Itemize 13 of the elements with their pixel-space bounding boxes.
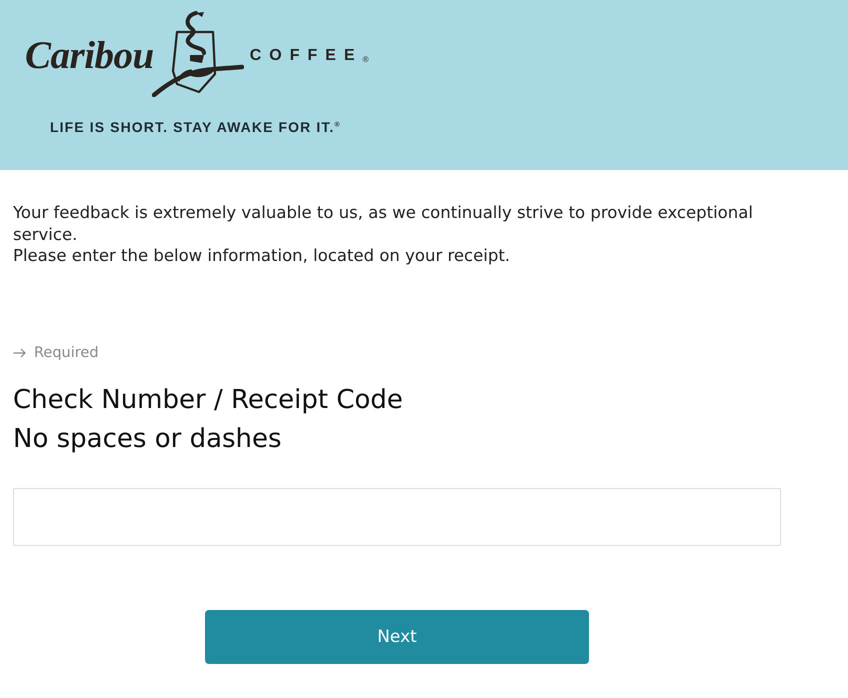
arrow-right-icon [13, 348, 26, 358]
intro-paragraph: Your feedback is extremely valuable to us, as we continually strive to provide exceptional service. [13, 202, 754, 245]
registered-mark: ® [362, 54, 369, 64]
logo-wordmark: COFFEE [250, 47, 363, 65]
next-button[interactable]: Next [205, 610, 589, 664]
receipt-code-input[interactable] [13, 488, 781, 546]
tagline: LIFE IS SHORT. STAY AWAKE FOR IT.$^{®}$ [50, 119, 341, 135]
required-note: Required [34, 344, 99, 360]
coffee-cup-emblem-icon [152, 11, 244, 97]
question-title: Check Number / Receipt Code [13, 384, 404, 416]
intro-paragraph: Please enter the below information, located on your receipt. [13, 245, 512, 266]
question-hint: No spaces or dashes [13, 422, 283, 456]
logo-script-text: Caribou [25, 32, 154, 78]
